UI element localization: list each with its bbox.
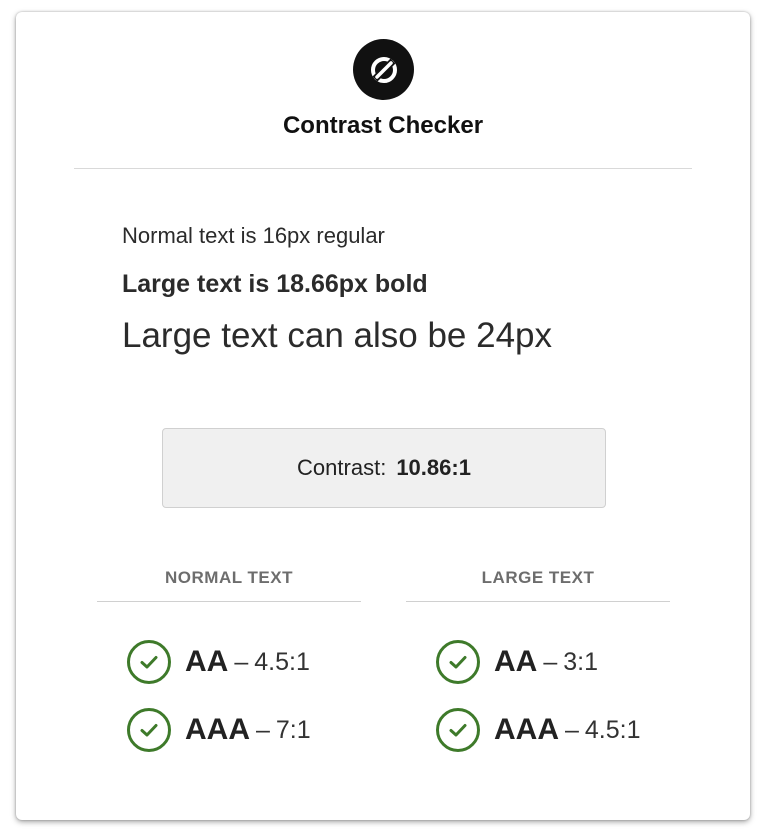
separator: – (234, 647, 249, 676)
sample-large-text: Large text can also be 24px (122, 316, 553, 355)
logo-slashed-circle-icon (353, 39, 414, 100)
page-title: Contrast Checker (282, 112, 484, 139)
level-label: AAA (185, 713, 250, 746)
check-icon (127, 640, 171, 684)
sample-normal-text: Normal text is 16px regular (122, 223, 385, 248)
normal-text-heading: NORMAL TEXT (165, 568, 293, 587)
ratio-label: 4.5:1 (584, 715, 641, 744)
level-label: AA (494, 645, 538, 678)
level-label: AA (185, 645, 229, 678)
separator: – (256, 715, 270, 744)
sample-bold-text: Large text is 18.66px bold (122, 270, 428, 298)
ratio-label: 7:1 (275, 715, 311, 744)
contrast-label: Contrast: (297, 455, 387, 480)
large-aa-result: AA – 3:1 (436, 640, 598, 684)
normal-aa-result: AA – 4.5:1 (127, 640, 310, 684)
normal-text-divider (97, 601, 361, 602)
contrast-checker-card: Contrast Checker Normal text is 16px reg… (16, 12, 750, 820)
contrast-result-box: Contrast: 10.86:1 (162, 428, 606, 508)
large-text-heading: LARGE TEXT (481, 568, 595, 587)
separator: – (565, 715, 579, 744)
large-text-divider (406, 601, 670, 602)
level-label: AAA (494, 713, 559, 746)
check-icon (436, 708, 480, 752)
check-icon (436, 640, 480, 684)
large-aaa-result: AAA – 4.5:1 (436, 708, 641, 752)
check-icon (127, 708, 171, 752)
header-divider (74, 168, 692, 169)
ratio-label: 4.5:1 (254, 647, 310, 676)
normal-aaa-result: AAA – 7:1 (127, 708, 311, 752)
separator: – (543, 647, 558, 676)
contrast-value: 10.86:1 (396, 455, 471, 480)
ratio-label: 3:1 (563, 647, 599, 676)
